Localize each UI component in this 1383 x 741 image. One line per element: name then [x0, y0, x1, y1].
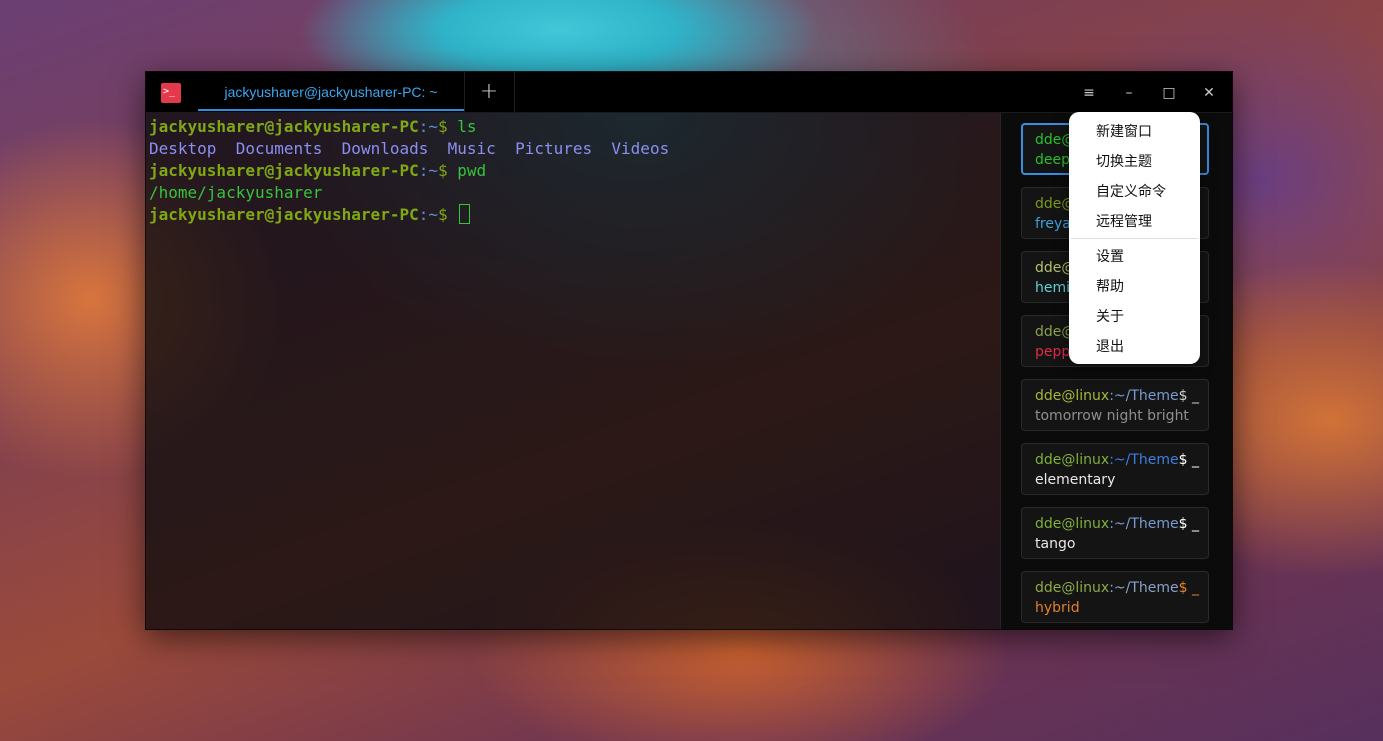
terminal-line: jackyusharer@jackyusharer-PC:~$: [149, 204, 1000, 226]
menu-divider: [1071, 238, 1198, 239]
terminal-line: /home/jackyusharer: [149, 183, 323, 202]
terminal-line: jackyusharer@jackyusharer-PC:~$ ls: [149, 117, 477, 136]
menu-item-settings[interactable]: 设置: [1096, 242, 1124, 272]
menu-item-about[interactable]: 关于: [1096, 302, 1124, 332]
tab-label: jackyusharer@jackyusharer-PC: ~: [224, 84, 438, 100]
theme-card[interactable]: dde@linux:~/Theme$ _hybrid: [1021, 571, 1209, 623]
theme-name: elementary: [1035, 472, 1116, 488]
close-button[interactable]: ✕: [1195, 80, 1223, 106]
theme-prompt: dde@linux:~/Theme$ _: [1035, 388, 1200, 404]
theme-prompt: dde@linux:~/Theme$ _: [1035, 516, 1200, 532]
theme-card[interactable]: dde@linux:~/Theme$ _tango: [1021, 507, 1209, 559]
menu-icon[interactable]: ≡: [1075, 80, 1103, 106]
terminal-line: jackyusharer@jackyusharer-PC:~$ pwd: [149, 161, 487, 180]
add-tab-button[interactable]: +: [464, 72, 515, 112]
maximize-button[interactable]: □: [1155, 80, 1183, 106]
menu-item-remote-management[interactable]: 远程管理: [1096, 207, 1152, 237]
terminal-line: Desktop Documents Downloads Music Pictur…: [149, 139, 670, 158]
theme-prompt: dde@linux:~/Theme$ _: [1035, 580, 1200, 596]
terminal-output[interactable]: jackyusharer@jackyusharer-PC:~$ ls Deskt…: [146, 113, 1000, 629]
terminal-app-icon: >_: [161, 83, 181, 103]
minimize-button[interactable]: –: [1115, 80, 1143, 106]
theme-name: tango: [1035, 536, 1076, 552]
menu-item-custom-commands[interactable]: 自定义命令: [1096, 177, 1166, 207]
theme-prompt: dde@linux:~/Theme$ _: [1035, 452, 1200, 468]
menu-item-exit[interactable]: 退出: [1096, 332, 1124, 362]
theme-name: hybrid: [1035, 600, 1080, 616]
menu-item-switch-theme[interactable]: 切换主题: [1096, 147, 1152, 177]
menu-item-new-window[interactable]: 新建窗口: [1096, 117, 1152, 147]
theme-card[interactable]: dde@linux:~/Theme$ _ tomorrow night brigh…: [1021, 379, 1209, 431]
titlebar: >_ jackyusharer@jackyusharer-PC: ~ + ≡ –…: [146, 72, 1232, 113]
tab-active-indicator: [198, 109, 464, 111]
cursor: [459, 204, 471, 224]
tab-terminal[interactable]: jackyusharer@jackyusharer-PC: ~: [198, 72, 465, 112]
main-menu: 新建窗口 切换主题 自定义命令 远程管理 设置 帮助 关于 退出: [1069, 112, 1200, 364]
theme-name: tomorrow night bright: [1035, 408, 1189, 424]
menu-item-help[interactable]: 帮助: [1096, 272, 1124, 302]
theme-card[interactable]: dde@linux:~/Theme$ _ elementary: [1021, 443, 1209, 495]
